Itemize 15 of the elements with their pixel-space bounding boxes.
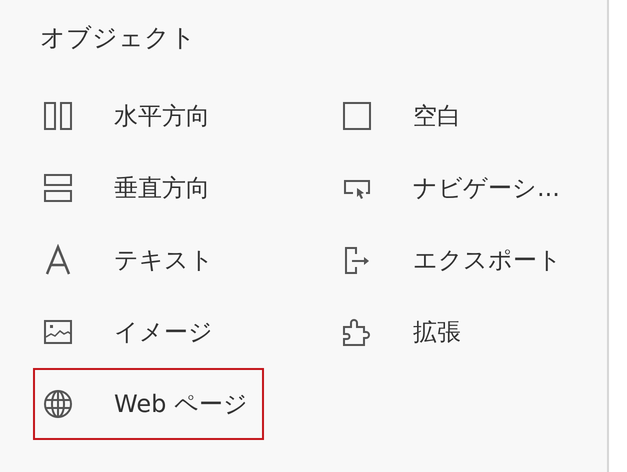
object-item[interactable]: 水平方向	[33, 80, 226, 152]
object-item[interactable]: Web ページ	[33, 368, 264, 440]
two-columns-icon	[42, 100, 74, 132]
square-icon	[341, 100, 373, 132]
object-item[interactable]: エクスポート	[332, 224, 578, 296]
object-item[interactable]: 拡張	[332, 296, 477, 368]
object-item[interactable]: 垂直方向	[33, 152, 226, 224]
object-item[interactable]: イメージ	[33, 296, 229, 368]
object-item[interactable]: テキスト	[33, 224, 230, 296]
globe-icon	[42, 388, 74, 420]
puzzle-icon	[341, 316, 373, 348]
two-rows-icon	[42, 172, 74, 204]
object-item[interactable]: ナビゲーシ...	[332, 152, 576, 224]
object-item[interactable]: 空白	[332, 80, 477, 152]
panel-title: オブジェクト	[40, 22, 196, 54]
